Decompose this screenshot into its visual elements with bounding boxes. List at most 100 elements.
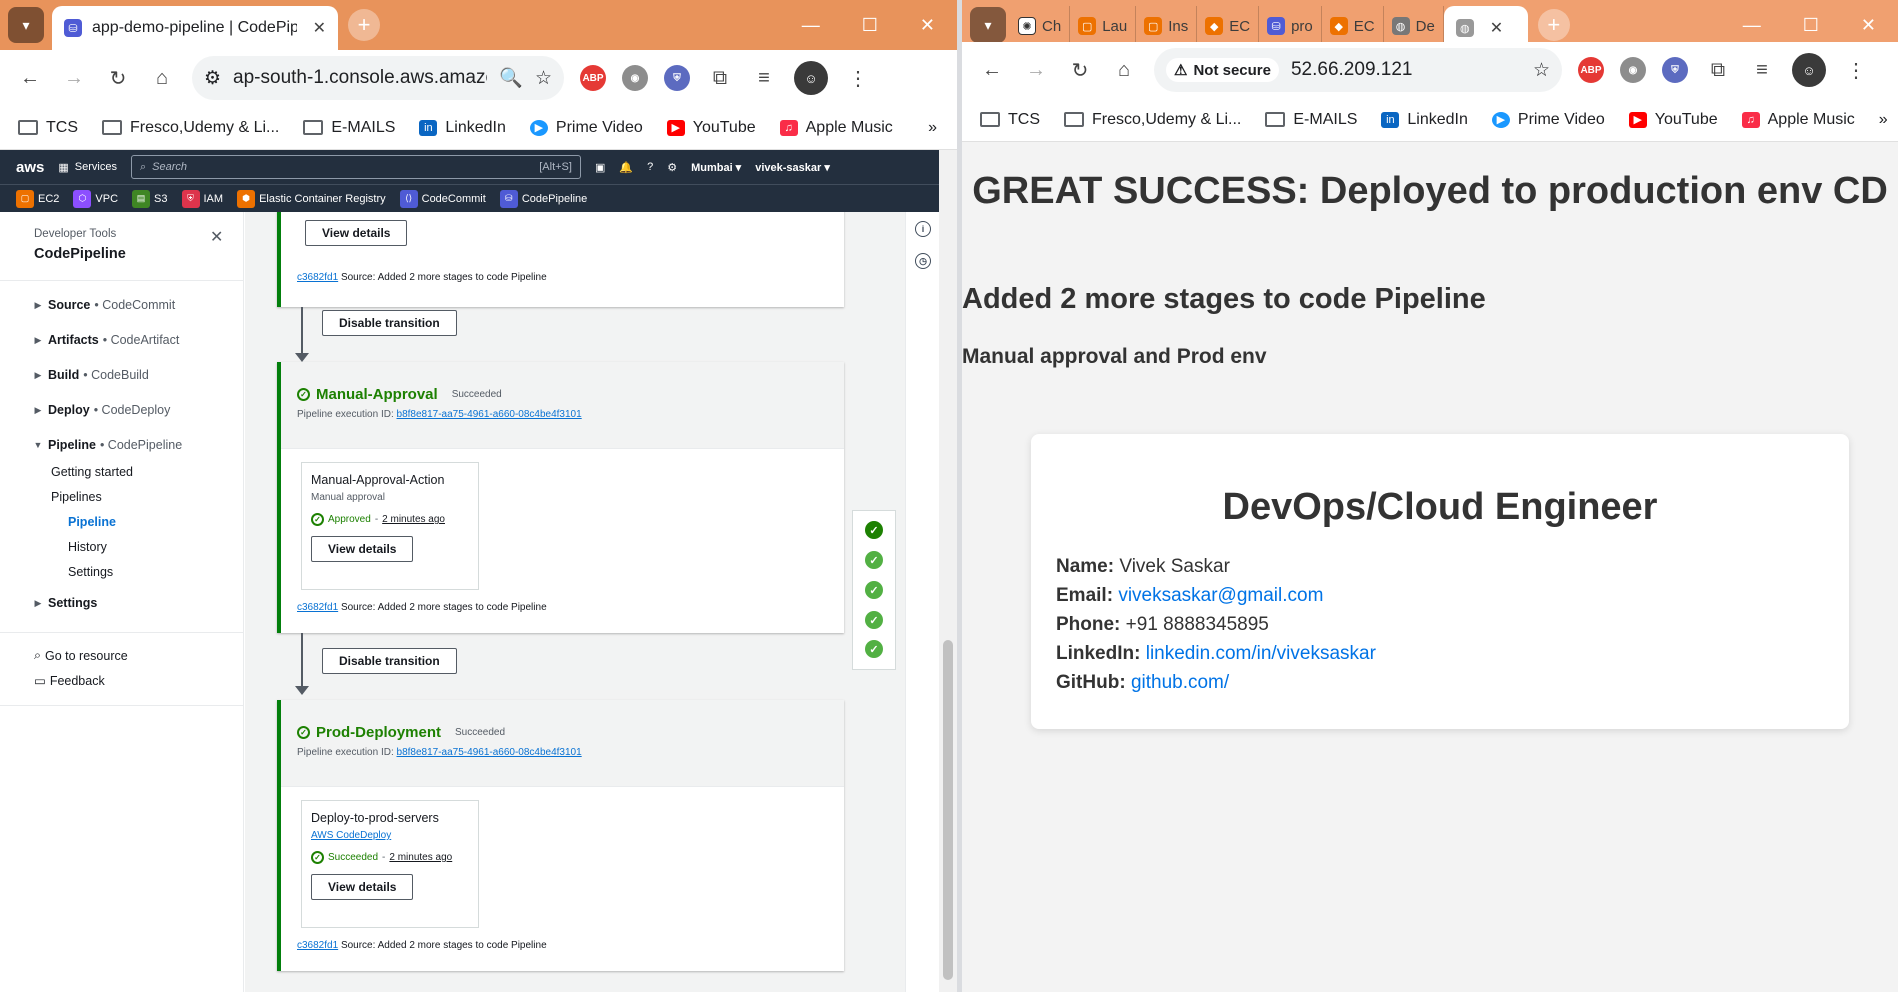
sidebar-item-pipeline-active[interactable]: Pipeline [68, 515, 228, 529]
view-details-button[interactable]: View details [305, 220, 408, 246]
info-icon[interactable]: i [915, 221, 931, 237]
stage-status-check-icon[interactable]: ✓ [865, 581, 883, 599]
view-details-button[interactable]: View details [311, 874, 414, 900]
commit-link[interactable]: c3682fd1 [297, 602, 338, 613]
action-time-link[interactable]: 2 minutes ago [382, 514, 445, 525]
notifications-icon[interactable]: 🔔 [619, 161, 633, 174]
menu-icon[interactable]: ⋮ [1842, 58, 1870, 83]
action-time-link[interactable]: 2 minutes ago [389, 852, 452, 863]
tab-ec2-2[interactable]: ◆ EC [1322, 6, 1384, 46]
shield-icon[interactable]: ⛨ [1662, 57, 1688, 83]
bookmark-emails[interactable]: E-MAILS [1265, 111, 1357, 129]
fav-vpc[interactable]: ⬡ VPC [73, 189, 118, 208]
fav-codecommit[interactable]: ⟨⟩ CodeCommit [399, 189, 486, 208]
sidebar-item-settings[interactable]: ▶ Settings [32, 596, 232, 610]
tab-de[interactable]: ◍ De [1384, 6, 1444, 46]
bookmark-fresco[interactable]: Fresco,Udemy & Li... [1064, 111, 1241, 129]
help-icon[interactable]: ? [647, 161, 653, 173]
scrollbar-thumb[interactable] [943, 640, 953, 980]
bookmark-youtube[interactable]: ▶ YouTube [666, 119, 756, 137]
extension-owl-icon[interactable]: ◉ [622, 65, 648, 91]
stage-status-check-icon[interactable]: ✓ [865, 640, 883, 658]
sidebar-item-getting-started[interactable]: Getting started [51, 465, 231, 479]
tab-launch[interactable]: ▢ Lau [1070, 6, 1137, 46]
bookmark-prime-video[interactable]: ▶ Prime Video [1491, 111, 1605, 129]
settings-gear-icon[interactable]: ⚙ [667, 161, 677, 174]
bookmark-tcs[interactable]: TCS [980, 111, 1040, 129]
sidebar-feedback[interactable]: ▭ Feedback [34, 673, 234, 689]
fav-codepipeline[interactable]: ⛁ CodePipeline [499, 189, 587, 208]
close-sidebar-icon[interactable]: ✕ [210, 227, 223, 247]
back-icon[interactable]: ← [16, 67, 44, 90]
home-icon[interactable]: ⌂ [148, 67, 176, 90]
bookmark-prime-video[interactable]: ▶ Prime Video [529, 119, 643, 137]
sidebar-item-history[interactable]: History [68, 540, 228, 554]
profile-avatar[interactable]: ☺ [794, 61, 828, 95]
commit-link[interactable]: c3682fd1 [297, 940, 338, 951]
account-menu[interactable]: vivek-saskar ▾ [755, 161, 830, 174]
close-icon[interactable]: ✕ [1490, 18, 1503, 38]
more-bookmarks-icon[interactable]: » [1879, 111, 1888, 129]
region-selector[interactable]: Mumbai ▾ [691, 161, 741, 174]
media-icon[interactable]: ≡ [750, 67, 778, 90]
bookmark-emails[interactable]: E-MAILS [303, 119, 395, 137]
history-clock-icon[interactable]: ◷ [915, 253, 931, 269]
minimize-icon[interactable]: — [1743, 15, 1761, 36]
email-link[interactable]: viveksaskar@gmail.com [1118, 585, 1323, 606]
bookmark-fresco[interactable]: Fresco,Udemy & Li... [102, 119, 279, 137]
tab-active[interactable]: ⛁ app-demo-pipeline | CodePipel ✕ [52, 6, 338, 50]
address-bar[interactable]: ⚠ Not secure 52.66.209.121 ☆ [1154, 48, 1562, 92]
execution-id-link[interactable]: b8f8e817-aa75-4961-a660-08c4be4f3101 [397, 409, 582, 420]
sidebar-go-to-resource[interactable]: ⌕ Go to resource [34, 648, 234, 663]
action-provider-link[interactable]: AWS CodeDeploy [311, 830, 469, 841]
home-icon[interactable]: ⌂ [1110, 59, 1138, 82]
bookmark-star-icon[interactable]: ☆ [1533, 59, 1550, 82]
close-window-icon[interactable]: ✕ [1861, 15, 1876, 36]
sidebar-item-pipelines[interactable]: Pipelines [51, 490, 231, 504]
shield-icon[interactable]: ⛨ [664, 65, 690, 91]
page-scrollbar[interactable] [939, 150, 957, 992]
site-info-icon[interactable]: ⚙ [204, 67, 221, 90]
stage-status-check-icon[interactable]: ✓ [865, 551, 883, 569]
aws-logo[interactable]: aws [16, 159, 44, 176]
tab-search-button[interactable]: ▾ [8, 7, 44, 43]
github-link[interactable]: github.com/ [1131, 672, 1229, 693]
media-icon[interactable]: ≡ [1748, 59, 1776, 82]
stage-status-check-icon[interactable]: ✓ [865, 611, 883, 629]
aws-search-input[interactable]: ⌕ Search [Alt+S] [130, 155, 581, 179]
extension-owl-icon[interactable]: ◉ [1620, 57, 1646, 83]
close-icon[interactable]: ✕ [313, 18, 326, 38]
fav-s3[interactable]: ▤ S3 [132, 189, 168, 208]
sidebar-item-settings-sub[interactable]: Settings [68, 565, 228, 579]
bookmark-linkedin[interactable]: in LinkedIn [1381, 111, 1468, 129]
disable-transition-button[interactable]: Disable transition [322, 310, 457, 336]
adblock-icon[interactable]: ABP [580, 65, 606, 91]
services-menu[interactable]: ▦ Services [58, 161, 117, 174]
disable-transition-button[interactable]: Disable transition [322, 648, 457, 674]
tab-instances[interactable]: ▢ Ins [1136, 6, 1198, 46]
reload-icon[interactable]: ↻ [104, 66, 132, 91]
bookmark-youtube[interactable]: ▶ YouTube [1628, 111, 1718, 129]
sidebar-item-source[interactable]: ▶ Source • CodeCommit [32, 298, 232, 312]
fav-ec2[interactable]: ▢ EC2 [16, 189, 59, 208]
bookmark-linkedin[interactable]: in LinkedIn [419, 119, 506, 137]
cloudshell-icon[interactable]: ▣ [595, 161, 605, 174]
new-tab-button[interactable]: + [348, 9, 380, 41]
new-tab-button[interactable]: + [1537, 9, 1570, 41]
forward-icon[interactable]: → [60, 67, 88, 90]
tab-chatgpt[interactable]: ✺ Ch [1010, 6, 1071, 46]
sidebar-item-deploy[interactable]: ▶ Deploy • CodeDeploy [32, 403, 232, 417]
sidebar-item-build[interactable]: ▶ Build • CodeBuild [32, 368, 232, 382]
forward-icon[interactable]: → [1022, 59, 1050, 82]
adblock-icon[interactable]: ABP [1578, 57, 1604, 83]
extensions-icon[interactable]: ⧉ [706, 67, 734, 90]
profile-avatar[interactable]: ☺ [1792, 53, 1826, 87]
execution-id-link[interactable]: b8f8e817-aa75-4961-a660-08c4be4f3101 [397, 747, 582, 758]
menu-icon[interactable]: ⋮ [844, 66, 872, 91]
reload-icon[interactable]: ↻ [1066, 58, 1094, 83]
maximize-icon[interactable]: ☐ [862, 15, 878, 36]
bookmark-star-icon[interactable]: ☆ [535, 67, 552, 90]
sidebar-item-artifacts[interactable]: ▶ Artifacts • CodeArtifact [32, 333, 232, 347]
back-icon[interactable]: ← [978, 59, 1006, 82]
bookmark-apple-music[interactable]: ♫ Apple Music [779, 119, 893, 137]
